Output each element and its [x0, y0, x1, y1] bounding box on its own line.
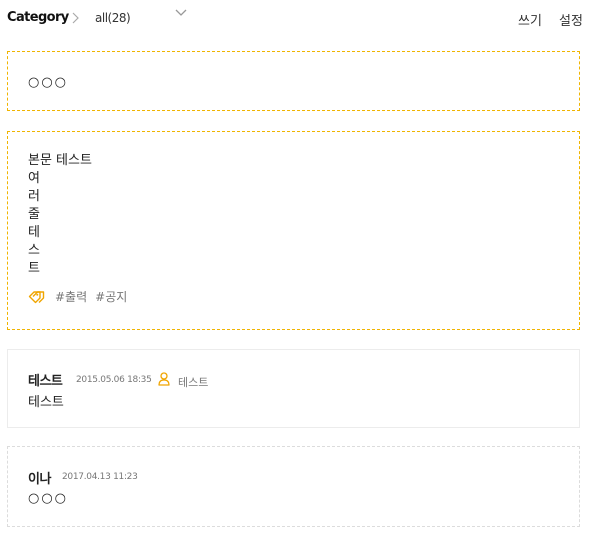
- post-line: 스: [28, 243, 40, 258]
- comment-item: 이나 2017.04.13 11:23 ○○○: [7, 446, 580, 527]
- post-line: 러: [28, 189, 40, 204]
- comment-date: 2015.05.06 18:35: [76, 375, 152, 385]
- comment-user[interactable]: 테스트: [178, 374, 208, 390]
- write-button[interactable]: 쓰기: [518, 10, 542, 29]
- post-line: 본문 테스트: [28, 153, 92, 168]
- settings-button[interactable]: 설정: [559, 10, 583, 29]
- post-tags: #출력 #공지: [28, 288, 135, 305]
- comment-author: 이나: [28, 472, 51, 487]
- tag-link[interactable]: #출력: [55, 288, 87, 305]
- comment-body: ○○○: [28, 491, 69, 506]
- chevron-down-icon[interactable]: [175, 8, 187, 18]
- tag-icon: [28, 290, 45, 303]
- comment-body: 테스트: [28, 395, 64, 410]
- post-box: 본문 테스트 여 러 줄 테 스 트 #출력 #공지: [7, 131, 580, 330]
- comment-author: 테스트: [28, 374, 63, 389]
- category-filter-value[interactable]: all(28): [95, 11, 131, 25]
- post-line: 줄: [28, 207, 40, 222]
- tag-link[interactable]: #공지: [95, 288, 127, 305]
- comment-item: 테스트 2015.05.06 18:35 테스트 테스트: [7, 349, 580, 428]
- post-line: 여: [28, 171, 40, 186]
- notice-box: ○○○: [7, 51, 580, 111]
- notice-text: ○○○: [28, 75, 69, 90]
- post-line: 테: [28, 225, 40, 240]
- chevron-right-icon: [72, 12, 79, 24]
- comment-date: 2017.04.13 11:23: [62, 472, 138, 482]
- user-icon: [158, 372, 170, 386]
- category-label[interactable]: Category: [7, 10, 69, 25]
- post-line: 트: [28, 261, 40, 276]
- post-body: 본문 테스트 여 러 줄 테 스 트: [28, 152, 92, 278]
